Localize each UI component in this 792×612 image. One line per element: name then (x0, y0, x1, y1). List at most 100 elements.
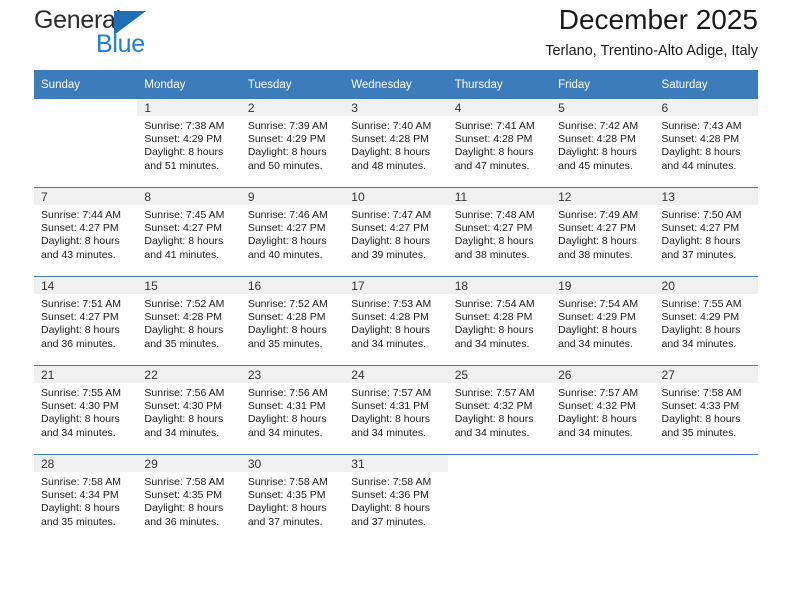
sun-info-sunset: Sunset: 4:28 PM (454, 133, 533, 146)
calendar-day-cell[interactable]: 15 Sunrise: 7:52 AM Sunset: 4:28 PM Dayligh… (137, 276, 241, 366)
calendar-day-cell[interactable]: 26 Sunrise: 7:57 AM Sunset: 4:32 PM Dayligh… (551, 365, 655, 455)
sun-info-daylight1: Daylight: 8 hours (558, 413, 637, 426)
calendar-day-cell[interactable]: 31 Sunrise: 7:58 AM Sunset: 4:36 PM Dayligh… (344, 454, 448, 543)
calendar-day-cell[interactable]: 12 Sunrise: 7:49 AM Sunset: 4:27 PM Dayligh… (551, 187, 655, 277)
sun-info-sunset: Sunset: 4:28 PM (247, 311, 326, 324)
sun-info-daylight2: and 34 minutes. (247, 426, 323, 439)
sun-info-daylight1: Daylight: 8 hours (41, 324, 120, 337)
calendar-day-cell[interactable]: 10 Sunrise: 7:47 AM Sunset: 4:27 PM Dayligh… (344, 187, 448, 277)
calendar-day-cell[interactable]: 4 Sunrise: 7:41 AM Sunset: 4:28 PM Daylight… (447, 99, 552, 188)
calendar-day-cell[interactable]: 5 Sunrise: 7:42 AM Sunset: 4:28 PM Daylight… (551, 99, 655, 188)
calendar-day-cell[interactable]: 24 Sunrise: 7:57 AM Sunset: 4:31 PM Dayligh… (344, 365, 448, 455)
sun-info-daylight2: and 48 minutes. (351, 159, 426, 172)
calendar-day-cell[interactable]: 13 Sunrise: 7:50 AM Sunset: 4:27 PM Dayligh… (654, 187, 758, 277)
sun-info-sunrise: Sunrise: 7:55 AM (661, 298, 742, 310)
calendar-day-cell[interactable]: 21 Sunrise: 7:55 AM Sunset: 4:30 PM Dayligh… (34, 365, 138, 455)
calendar-day-cell[interactable]: 14 Sunrise: 7:51 AM Sunset: 4:27 PM Dayligh… (34, 276, 138, 366)
day-number: 28 (34, 455, 138, 472)
day-number: 17 (344, 277, 448, 294)
sun-info: Sunrise: 7:38 AM Sunset: 4:29 PM Daylight:… (137, 116, 240, 173)
calendar-day-cell[interactable]: 7 Sunrise: 7:44 AM Sunset: 4:27 PM Daylight… (34, 187, 138, 277)
calendar-day-cell[interactable]: 28 Sunrise: 7:58 AM Sunset: 4:34 PM Dayligh… (34, 454, 138, 543)
sun-info-sunrise: Sunrise: 7:58 AM (661, 387, 742, 399)
calendar-day-cell[interactable]: 9 Sunrise: 7:46 AM Sunset: 4:27 PM Daylight… (240, 187, 345, 277)
day-cell-inner: 3 Sunrise: 7:40 AM Sunset: 4:28 PM Daylight… (344, 99, 448, 187)
day-number: 10 (344, 188, 448, 205)
sun-info-sunset: Sunset: 4:27 PM (661, 222, 740, 235)
weekday-header-tuesday: Tuesday (240, 70, 345, 99)
sun-info-sunrise: Sunrise: 7:48 AM (454, 209, 535, 221)
calendar-day-cell[interactable]: 27 Sunrise: 7:58 AM Sunset: 4:33 PM Dayligh… (654, 365, 758, 455)
calendar-day-cell[interactable]: 29 Sunrise: 7:58 AM Sunset: 4:35 PM Dayligh… (137, 454, 241, 543)
calendar-day-cell[interactable]: 25 Sunrise: 7:57 AM Sunset: 4:32 PM Dayligh… (447, 365, 552, 455)
logo-text-blue: Blue (96, 30, 145, 58)
sun-info-daylight1: Daylight: 8 hours (144, 235, 224, 248)
sun-info-daylight2: and 37 minutes. (351, 515, 426, 528)
sun-info-sunrise: Sunrise: 7:56 AM (247, 387, 328, 399)
day-number: 5 (551, 99, 655, 116)
sun-info-daylight1: Daylight: 8 hours (144, 502, 224, 515)
sun-info: Sunrise: 7:51 AM Sunset: 4:27 PM Daylight:… (34, 294, 137, 351)
logo[interactable]: General Blue (34, 8, 184, 64)
sun-info: Sunrise: 7:44 AM Sunset: 4:27 PM Daylight:… (34, 205, 137, 262)
calendar-day-cell[interactable]: 16 Sunrise: 7:52 AM Sunset: 4:28 PM Dayligh… (240, 276, 345, 366)
sun-info-sunrise: Sunrise: 7:57 AM (351, 387, 432, 399)
sun-info-sunrise: Sunrise: 7:40 AM (351, 120, 432, 132)
day-number: 15 (137, 277, 241, 294)
day-number (655, 455, 758, 472)
sun-info-daylight1: Daylight: 8 hours (247, 324, 327, 337)
calendar-day-cell[interactable]: 20 Sunrise: 7:55 AM Sunset: 4:29 PM Dayligh… (654, 276, 758, 366)
sun-info-sunrise: Sunrise: 7:42 AM (558, 120, 639, 132)
calendar-day-cell[interactable]: 18 Sunrise: 7:54 AM Sunset: 4:28 PM Dayligh… (447, 276, 552, 366)
calendar-cell-empty (654, 454, 758, 543)
sun-info-sunrise: Sunrise: 7:51 AM (41, 298, 121, 310)
calendar-day-cell[interactable]: 1 Sunrise: 7:38 AM Sunset: 4:29 PM Daylight… (137, 99, 241, 188)
calendar-day-cell[interactable]: 19 Sunrise: 7:54 AM Sunset: 4:29 PM Dayligh… (551, 276, 655, 366)
calendar-day-cell[interactable]: 2 Sunrise: 7:39 AM Sunset: 4:29 PM Daylight… (240, 99, 345, 188)
sun-info-sunset: Sunset: 4:28 PM (558, 133, 636, 146)
sun-info-daylight1: Daylight: 8 hours (351, 324, 431, 337)
sun-info-sunset: Sunset: 4:27 PM (144, 222, 223, 235)
sun-info-sunrise: Sunrise: 7:52 AM (247, 298, 328, 310)
calendar-day-cell[interactable]: 22 Sunrise: 7:56 AM Sunset: 4:30 PM Dayligh… (137, 365, 241, 455)
day-number: 16 (240, 277, 345, 294)
sun-info: Sunrise: 7:54 AM Sunset: 4:29 PM Daylight:… (551, 294, 654, 351)
calendar-day-cell[interactable]: 23 Sunrise: 7:56 AM Sunset: 4:31 PM Dayligh… (240, 365, 345, 455)
day-number: 20 (654, 277, 758, 294)
sun-info-sunrise: Sunrise: 7:46 AM (247, 209, 328, 221)
day-cell-inner: 2 Sunrise: 7:39 AM Sunset: 4:29 PM Daylight… (240, 99, 345, 187)
sun-info-daylight1: Daylight: 8 hours (247, 146, 327, 159)
sun-info-sunset: Sunset: 4:27 PM (351, 222, 429, 235)
day-number (34, 99, 137, 116)
calendar-day-cell[interactable]: 17 Sunrise: 7:53 AM Sunset: 4:28 PM Dayligh… (344, 276, 448, 366)
sun-info-sunset: Sunset: 4:31 PM (247, 400, 326, 413)
calendar-day-cell[interactable]: 11 Sunrise: 7:48 AM Sunset: 4:27 PM Dayligh… (447, 187, 552, 277)
sun-info-sunrise: Sunrise: 7:39 AM (247, 120, 328, 132)
sun-info-daylight1: Daylight: 8 hours (351, 413, 431, 426)
calendar-day-cell[interactable]: 30 Sunrise: 7:58 AM Sunset: 4:35 PM Dayligh… (240, 454, 345, 543)
calendar-week-row: 14 Sunrise: 7:51 AM Sunset: 4:27 PM Dayligh… (34, 276, 758, 366)
calendar-day-cell[interactable]: 8 Sunrise: 7:45 AM Sunset: 4:27 PM Daylight… (137, 187, 241, 277)
sun-info-sunset: Sunset: 4:28 PM (454, 311, 533, 324)
sun-info-daylight2: and 44 minutes. (661, 159, 737, 172)
calendar-day-cell[interactable]: 3 Sunrise: 7:40 AM Sunset: 4:28 PM Daylight… (344, 99, 448, 188)
day-number: 23 (240, 366, 345, 383)
calendar-cell-empty (34, 99, 137, 188)
sun-info-daylight1: Daylight: 8 hours (661, 413, 741, 426)
day-cell-inner: 4 Sunrise: 7:41 AM Sunset: 4:28 PM Daylight… (447, 99, 552, 187)
sun-info-daylight2: and 38 minutes. (454, 248, 530, 261)
calendar-day-cell[interactable]: 6 Sunrise: 7:43 AM Sunset: 4:28 PM Daylight… (654, 99, 758, 188)
sun-info-daylight2: and 40 minutes. (247, 248, 323, 261)
sun-info-daylight2: and 51 minutes. (144, 159, 220, 172)
day-number: 1 (137, 99, 241, 116)
sun-info-daylight2: and 35 minutes. (661, 426, 737, 439)
sun-info: Sunrise: 7:48 AM Sunset: 4:27 PM Daylight:… (448, 205, 551, 262)
sun-info-daylight2: and 36 minutes. (41, 337, 116, 350)
sun-info-sunset: Sunset: 4:27 PM (247, 222, 326, 235)
sun-info: Sunrise: 7:40 AM Sunset: 4:28 PM Daylight:… (344, 116, 447, 173)
weekday-header-thursday: Thursday (447, 70, 552, 99)
sun-info: Sunrise: 7:52 AM Sunset: 4:28 PM Daylight:… (241, 294, 344, 351)
sun-info-sunrise: Sunrise: 7:52 AM (144, 298, 225, 310)
sun-info-sunrise: Sunrise: 7:45 AM (144, 209, 225, 221)
sun-info-sunrise: Sunrise: 7:57 AM (454, 387, 535, 399)
